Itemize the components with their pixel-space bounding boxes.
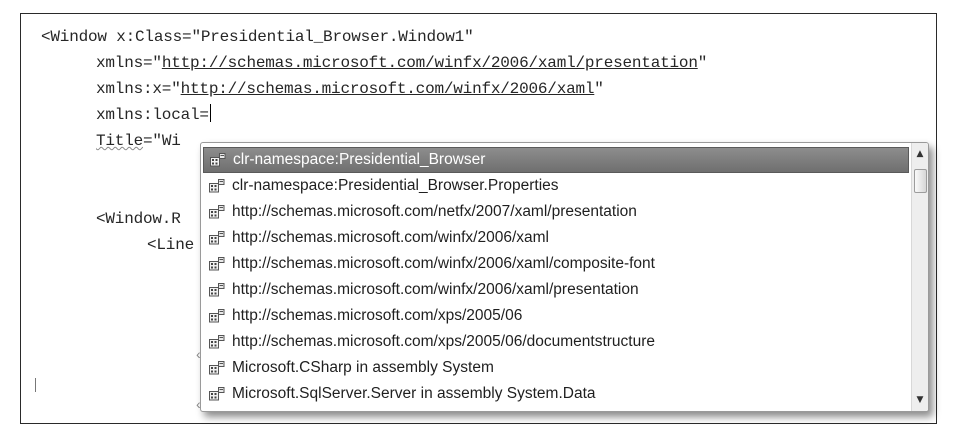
window-tag: <Window x:Class= (41, 28, 192, 46)
window-resources-tag: <Window.R (96, 210, 181, 228)
code-line-6: <Window.R (96, 208, 181, 230)
namespace-icon (209, 309, 225, 323)
completion-item-selected[interactable]: clr-namespace:Presidential_Browser (203, 147, 909, 173)
xmlns-attr: xmlns= (96, 54, 153, 72)
completion-item-label: Microsoft.SqlServer.Server in assembly S… (232, 385, 596, 402)
title-attr: Title (96, 132, 144, 150)
namespace-icon (210, 153, 226, 167)
namespace-icon (209, 335, 225, 349)
completion-item-label: Microsoft.CSharp in assembly System (232, 359, 494, 376)
xmlns-local-attr: xmlns:local= (96, 106, 209, 124)
code-line-3: xmlns:x="http://schemas.microsoft.com/wi… (96, 80, 604, 98)
text-caret (209, 104, 211, 122)
scroll-up-arrow-icon[interactable]: ▲ (912, 145, 928, 163)
completion-item[interactable]: Microsoft.SqlServer.Server in assembly S… (203, 381, 909, 407)
completion-item-label: http://schemas.microsoft.com/netfx/2007/… (232, 203, 637, 220)
xmlns-url-link[interactable]: http://schemas.microsoft.com/winfx/2006/… (162, 54, 698, 72)
margin-mark (35, 378, 36, 392)
class-value: "Presidential_Browser.Window1" (191, 28, 474, 46)
completion-item[interactable]: http://schemas.microsoft.com/winfx/2006/… (203, 225, 909, 251)
completion-list[interactable]: clr-namespace:Presidential_Browser clr-na… (203, 147, 909, 407)
xmlns-x-attr: xmlns:x= (96, 80, 172, 98)
document-frame: <Window x:Class="Presidential_Browser.Wi… (20, 13, 937, 424)
completion-item[interactable]: http://schemas.microsoft.com/winfx/2006/… (203, 251, 909, 277)
title-value-partial: ="Wi (143, 132, 181, 150)
namespace-icon (209, 387, 225, 401)
completion-item-label: clr-namespace:Presidential_Browser (233, 151, 486, 168)
intellisense-popup[interactable]: clr-namespace:Presidential_Browser clr-na… (200, 142, 929, 412)
completion-item[interactable]: clr-namespace:Presidential_Browser.Prope… (203, 173, 909, 199)
namespace-icon (209, 361, 225, 375)
namespace-icon (209, 231, 225, 245)
line-tag: <Line (147, 236, 195, 254)
completion-item-label: http://schemas.microsoft.com/xps/2005/06… (232, 333, 655, 350)
completion-item[interactable]: Microsoft.CSharp in assembly System (203, 355, 909, 381)
completion-item[interactable]: http://schemas.microsoft.com/xps/2005/06 (203, 303, 909, 329)
namespace-icon (209, 257, 225, 271)
completion-item[interactable]: http://schemas.microsoft.com/winfx/2006/… (203, 277, 909, 303)
code-editor[interactable]: <Window x:Class="Presidential_Browser.Wi… (21, 14, 936, 423)
xmlns-x-url-link[interactable]: http://schemas.microsoft.com/winfx/2006/… (181, 80, 595, 98)
namespace-icon (209, 283, 225, 297)
code-line-1: <Window x:Class="Presidential_Browser.Wi… (41, 26, 474, 48)
completion-item-label: http://schemas.microsoft.com/winfx/2006/… (232, 255, 655, 272)
completion-item-label: http://schemas.microsoft.com/winfx/2006/… (232, 229, 550, 246)
scroll-down-arrow-icon[interactable]: ▼ (912, 391, 928, 409)
namespace-icon (209, 179, 225, 193)
completion-item-label: http://schemas.microsoft.com/xps/2005/06 (232, 307, 523, 324)
scrollbar-thumb[interactable] (914, 169, 927, 193)
code-line-7: <Line (147, 234, 194, 256)
completion-item-label: http://schemas.microsoft.com/winfx/2006/… (232, 281, 639, 298)
completion-item[interactable]: http://schemas.microsoft.com/xps/2005/06… (203, 329, 909, 355)
code-line-4: xmlns:local= (96, 104, 211, 126)
namespace-icon (209, 205, 225, 219)
completion-item[interactable]: http://schemas.microsoft.com/netfx/2007/… (203, 199, 909, 225)
completion-item-label: clr-namespace:Presidential_Browser.Prope… (232, 177, 559, 194)
completion-scrollbar[interactable]: ▲ ▼ (911, 143, 928, 411)
code-line-5: Title="Wi (96, 130, 181, 152)
code-line-2: xmlns="http://schemas.microsoft.com/winf… (96, 54, 708, 72)
